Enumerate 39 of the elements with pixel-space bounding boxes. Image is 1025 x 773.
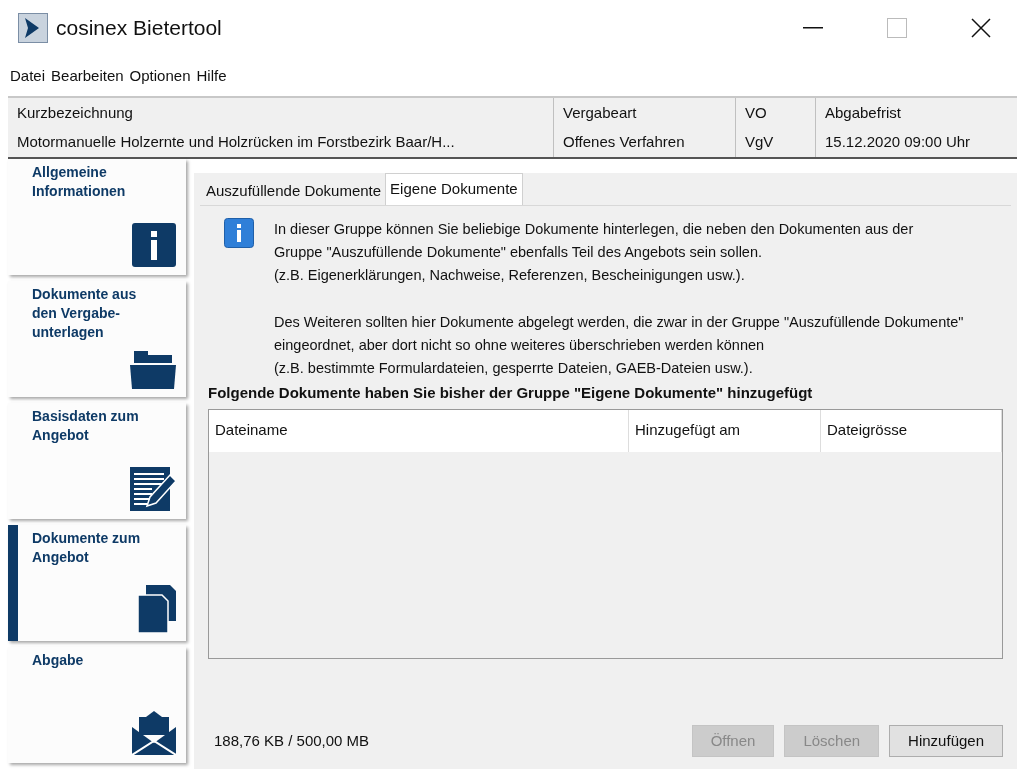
column-header[interactable]: Dateiname bbox=[209, 409, 629, 452]
documents-icon bbox=[138, 585, 176, 633]
window-title: cosinex Bietertool bbox=[56, 15, 222, 42]
envelope-icon bbox=[132, 711, 176, 755]
info-text: (z.B. bestimmte Formulardateien, gesperrte Dateien, GAEB-Dateien usw.). bbox=[274, 359, 754, 378]
header-value: VgV bbox=[745, 131, 775, 152]
sidebar-item[interactable]: Abgabe bbox=[8, 647, 186, 763]
info-text: Des Weiteren sollten hier Dokumente abgelegt werden, die zwar in der Gruppe "Auszufüllende Dokumente" eingeordnet, aber dort nicht so ohne weiteres überschrieben werden können bbox=[274, 313, 965, 355]
header-value: Motormanuelle Holzernte und Holzrücken im Forstbezirk Baar/H... bbox=[17, 131, 456, 152]
action-button[interactable]: Hinzufügen bbox=[889, 725, 1003, 757]
info-text: Gruppe "Auszufüllende Dokumente" ebenfalls Teil des Angebots sein sollen. bbox=[274, 243, 764, 262]
header-value: Offenes Verfahren bbox=[563, 131, 686, 152]
header-value: 15.12.2020 09:00 Uhr bbox=[825, 131, 972, 152]
info-text: (z.B. Eigenerklärungen, Nachweise, Referenzen, Bescheinigungen usw.). bbox=[274, 266, 746, 285]
folder-icon bbox=[130, 351, 176, 389]
column-header[interactable]: Dateigrösse bbox=[821, 409, 1002, 452]
menu-item[interactable]: Optionen bbox=[129, 64, 191, 88]
sidebar-item[interactable]: Dokumente aus den Vergabe-unterlagen bbox=[8, 281, 186, 397]
sidebar-item[interactable]: Basisdaten zum Angebot bbox=[8, 403, 186, 519]
header-label: Vergabeart bbox=[563, 103, 638, 123]
sidebar-item[interactable]: Dokumente zum Angebot bbox=[8, 525, 186, 641]
info-text: In dieser Gruppe können Sie beliebige Dokumente hinterlegen, die neben den Dokumenten aus der bbox=[274, 220, 915, 239]
menu-item[interactable]: Datei bbox=[10, 64, 46, 88]
form-edit-icon bbox=[130, 467, 176, 511]
header-label: Abgabefrist bbox=[825, 103, 902, 123]
table-title: Folgende Dokumente haben Sie bisher der Gruppe "Eigene Dokumente" hinzugefügt bbox=[208, 383, 814, 403]
column-header[interactable]: Hinzugefügt am bbox=[629, 409, 821, 452]
storage-usage: 188,76 KB / 500,00 MB bbox=[213, 730, 370, 751]
app-logo-icon bbox=[18, 13, 48, 43]
header-label: Kurzbezeichnung bbox=[17, 103, 134, 123]
info-icon bbox=[224, 218, 254, 248]
menu-item[interactable]: Bearbeiten bbox=[51, 64, 124, 88]
header-label: VO bbox=[745, 103, 768, 123]
close-icon[interactable] bbox=[971, 18, 991, 38]
sidebar-item[interactable]: Allgemeine Informationen bbox=[8, 159, 186, 275]
menu-item[interactable]: Hilfe bbox=[196, 64, 227, 88]
tab[interactable]: Eigene Dokumente bbox=[385, 173, 523, 205]
minimize-icon[interactable] bbox=[803, 27, 823, 29]
info-icon bbox=[132, 223, 176, 267]
